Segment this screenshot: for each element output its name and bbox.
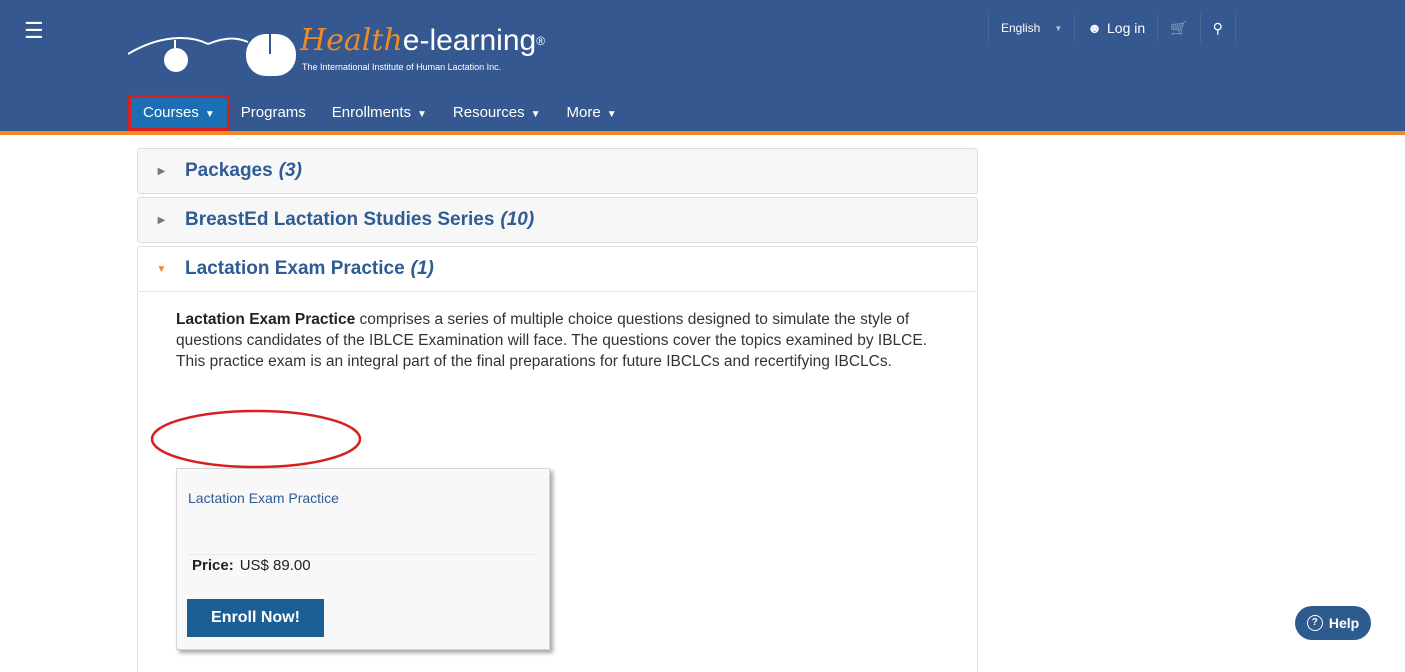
category-title: BreastEd Lactation Studies Series bbox=[185, 209, 495, 230]
logo-subtitle: The International Institute of Human Lac… bbox=[302, 62, 502, 72]
search-icon: ⚲ bbox=[1212, 19, 1223, 36]
caret-down-icon: ▼ bbox=[204, 109, 215, 120]
login-link[interactable]: ☻ Log in bbox=[1074, 14, 1157, 42]
help-label: Help bbox=[1328, 615, 1360, 631]
category-lactation-exam-practice[interactable]: ▼ Lactation Exam Practice (1) bbox=[137, 246, 978, 292]
top-utility-bar: English ▼ ☻ Log in 🛒 ⚲ bbox=[988, 14, 1236, 42]
category-packages[interactable]: ▶ Packages (3) bbox=[137, 148, 978, 194]
course-categories: ▶ Packages (3) ▶ BreastEd Lactation Stud… bbox=[137, 148, 978, 672]
cart-button[interactable]: 🛒 bbox=[1157, 14, 1199, 42]
price-label: Price: bbox=[192, 557, 234, 574]
cart-icon: 🛒 bbox=[1170, 19, 1188, 36]
nav-programs-label: Programs bbox=[240, 104, 306, 121]
nav-courses[interactable]: Courses ▼ bbox=[128, 95, 230, 131]
site-header: ☰ Healthe-learning® The International In… bbox=[0, 0, 1405, 135]
logo-title: Healthe-learning® bbox=[300, 23, 546, 58]
caret-down-icon: ▼ bbox=[156, 263, 167, 275]
main-nav: Courses ▼ Programs Enrollments ▼ Resources… bbox=[128, 95, 630, 131]
category-count: (1) bbox=[410, 258, 434, 279]
nav-resources[interactable]: Resources ▼ bbox=[440, 97, 554, 129]
category-title: Packages bbox=[185, 160, 273, 181]
caret-right-icon: ▶ bbox=[157, 214, 166, 226]
nav-programs[interactable]: Programs bbox=[228, 97, 319, 129]
product-title-link[interactable]: Lactation Exam Practice bbox=[188, 490, 339, 506]
question-icon: ? bbox=[1306, 615, 1323, 631]
category-description: Lactation Exam Practice comprises a seri… bbox=[176, 309, 946, 372]
search-button[interactable]: ⚲ bbox=[1199, 14, 1236, 42]
product-card: Lactation Exam Practice Price: US$ 89.00 … bbox=[176, 468, 550, 650]
help-button[interactable]: ? Help bbox=[1295, 606, 1371, 640]
price-value: US$ 89.00 bbox=[239, 557, 311, 574]
caret-down-icon: ▼ bbox=[530, 109, 541, 120]
nav-resources-label: Resources bbox=[452, 104, 525, 121]
language-select[interactable]: English ▼ bbox=[988, 14, 1074, 42]
hamburger-icon[interactable]: ☰ bbox=[24, 20, 44, 42]
language-label: English bbox=[1001, 21, 1041, 35]
description-bold: Lactation Exam Practice bbox=[176, 311, 356, 328]
nav-enrollments-label: Enrollments bbox=[331, 104, 411, 121]
category-breasted[interactable]: ▶ BreastEd Lactation Studies Series (10) bbox=[137, 197, 978, 243]
category-title: Lactation Exam Practice bbox=[185, 258, 405, 279]
nav-more-label: More bbox=[566, 104, 601, 121]
divider bbox=[188, 554, 538, 555]
category-count: (3) bbox=[278, 160, 302, 181]
nav-enrollments[interactable]: Enrollments ▼ bbox=[319, 97, 440, 129]
nav-courses-label: Courses bbox=[143, 104, 199, 121]
user-icon: ☻ bbox=[1087, 20, 1103, 36]
category-count: (10) bbox=[500, 209, 535, 230]
nav-more[interactable]: More ▼ bbox=[554, 97, 630, 129]
caret-down-icon: ▼ bbox=[417, 109, 427, 120]
chevron-down-icon: ▼ bbox=[1054, 23, 1063, 33]
product-price: Price: US$ 89.00 bbox=[192, 557, 311, 574]
login-label: Log in bbox=[1107, 20, 1146, 36]
category-body: Lactation Exam Practice comprises a seri… bbox=[137, 292, 978, 672]
highlight-ellipse bbox=[150, 409, 362, 469]
enroll-now-button[interactable]: Enroll Now! bbox=[187, 599, 324, 637]
caret-right-icon: ▶ bbox=[157, 165, 166, 177]
caret-down-icon: ▼ bbox=[606, 109, 617, 120]
